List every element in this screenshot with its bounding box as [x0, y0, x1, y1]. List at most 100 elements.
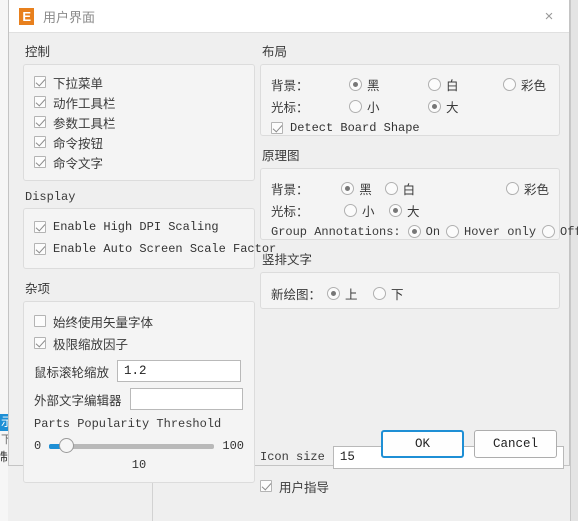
- radio-schematic-background-color[interactable]: 彩色: [505, 179, 549, 198]
- radio-icon[interactable]: [505, 181, 519, 195]
- radio-label: 小: [367, 100, 380, 115]
- mouse-wheel-zoom-input[interactable]: [117, 360, 242, 382]
- radio-schematic-background-black[interactable]: 黑: [341, 179, 384, 198]
- schematic-group: 背景： 黑 白 彩色 光标： 小 大 Group Annotations: On…: [260, 168, 578, 240]
- checkbox-user-guide[interactable]: [260, 480, 272, 492]
- radio-annotations-on[interactable]: On: [407, 224, 441, 239]
- cancel-button[interactable]: Cancel: [474, 430, 557, 458]
- radio-icon[interactable]: [446, 225, 460, 238]
- radio-label: Off: [560, 224, 578, 239]
- checkbox-label: 下拉菜单: [53, 76, 104, 91]
- radio-layout-background-color[interactable]: 彩色: [503, 75, 546, 94]
- checkbox-row-limit-zoom-factor[interactable]: 极限缩放因子: [34, 332, 244, 354]
- checkbox-high-dpi-scaling[interactable]: [34, 221, 46, 233]
- radio-label: 白: [446, 78, 459, 93]
- radio-icon[interactable]: [389, 203, 402, 217]
- control-group: 下拉菜单 动作工具栏 参数工具栏 命令按钮 命令文字: [23, 64, 255, 181]
- checkbox-label: 参数工具栏: [53, 116, 116, 131]
- schematic-cursor-row: 光标： 小 大: [271, 199, 549, 221]
- background-right-edge: [570, 0, 578, 521]
- radio-new-drawing-up[interactable]: 上: [327, 284, 373, 303]
- slider-handle[interactable]: [58, 438, 74, 453]
- radio-label: 彩色: [521, 78, 547, 93]
- radio-icon[interactable]: [407, 225, 421, 238]
- checkbox-detect-board-shape[interactable]: [271, 121, 283, 134]
- radio-icon[interactable]: [349, 99, 362, 113]
- layout-group: 背景： 黑 白 彩色 光标： 小 大 Detect Board Shape: [260, 64, 560, 136]
- layout-background-row: 背景： 黑 白 彩色: [271, 73, 549, 95]
- left-column: 控制 下拉菜单 动作工具栏 参数工具栏 命令按钮 命令文字 Display En…: [23, 41, 276, 483]
- checkbox-always-vector-font[interactable]: [34, 315, 46, 327]
- checkbox-label: 用户指导: [279, 480, 330, 495]
- radio-layout-background-black[interactable]: 黑: [349, 75, 428, 94]
- checkbox-row-high-dpi-scaling[interactable]: Enable High DPI Scaling: [34, 216, 244, 238]
- screen: 示 下 制 E 用户界面 × 控制 下拉菜单 动作工具栏 参数工具栏 命令按钮 …: [0, 0, 578, 521]
- checkbox-row-dropdown-menu[interactable]: 下拉菜单: [34, 72, 244, 92]
- ok-button[interactable]: OK: [381, 430, 464, 458]
- checkbox-limit-zoom-factor[interactable]: [34, 337, 46, 349]
- close-icon[interactable]: ×: [529, 0, 569, 32]
- checkbox-row-detect-board-shape[interactable]: Detect Board Shape: [271, 117, 549, 138]
- layout-cursor-row: 光标： 小 大: [271, 95, 549, 117]
- checkbox-label: Enable High DPI Scaling: [53, 220, 219, 234]
- checkbox-label: 始终使用矢量字体: [53, 315, 154, 330]
- radio-icon[interactable]: [349, 77, 362, 91]
- radio-icon[interactable]: [344, 203, 357, 217]
- dialog-button-bar: OK Cancel: [381, 430, 557, 458]
- radio-icon[interactable]: [428, 99, 441, 113]
- checkbox-row-action-toolbar[interactable]: 动作工具栏: [34, 92, 244, 112]
- radio-layout-cursor-small[interactable]: 小: [349, 97, 428, 116]
- checkbox-row-param-toolbar[interactable]: 参数工具栏: [34, 112, 244, 132]
- mouse-wheel-zoom-label: 鼠标滚轮缩放: [34, 365, 110, 380]
- radio-annotations-off[interactable]: Off: [542, 225, 578, 239]
- checkbox-dropdown-menu[interactable]: [34, 76, 46, 88]
- right-column: 布局 背景： 黑 白 彩色 光标： 小 大 Detect Board Shape…: [260, 41, 578, 495]
- new-drawing-row: 新绘图： 上 下: [271, 282, 549, 304]
- slider-track[interactable]: [49, 438, 215, 453]
- radio-icon[interactable]: [542, 225, 556, 238]
- external-text-editor-label: 外部文字编辑器: [34, 393, 122, 408]
- checkbox-row-auto-screen-scale-factor[interactable]: Enable Auto Screen Scale Factor: [34, 238, 276, 260]
- checkbox-param-toolbar[interactable]: [34, 116, 46, 128]
- radio-schematic-cursor-large[interactable]: 大: [389, 201, 420, 220]
- external-text-editor-input[interactable]: [129, 388, 243, 410]
- display-group: Enable High DPI Scaling Enable Auto Scre…: [23, 208, 276, 269]
- group-annotations-label: Group Annotations:: [271, 224, 401, 239]
- control-group-title: 控制: [25, 45, 51, 59]
- schematic-group-title: 原理图: [262, 149, 300, 163]
- radio-annotations-hover-only[interactable]: Hover only: [446, 225, 536, 239]
- radio-icon[interactable]: [373, 286, 387, 300]
- checkbox-row-command-text[interactable]: 命令文字: [34, 152, 244, 172]
- radio-label: On: [425, 224, 441, 239]
- dialog-title: 用户界面: [43, 9, 96, 25]
- radio-layout-background-white[interactable]: 白: [428, 75, 503, 94]
- radio-icon[interactable]: [428, 77, 441, 91]
- radio-schematic-cursor-small[interactable]: 小: [344, 201, 389, 220]
- radio-layout-cursor-large[interactable]: 大: [428, 97, 459, 116]
- preferences-dialog: E 用户界面 × 控制 下拉菜单 动作工具栏 参数工具栏 命令按钮 命令文字 D…: [8, 0, 578, 495]
- checkbox-command-text[interactable]: [34, 156, 46, 168]
- radio-icon[interactable]: [341, 181, 355, 195]
- radio-schematic-background-white[interactable]: 白: [384, 179, 506, 198]
- radio-label: 大: [407, 204, 420, 219]
- checkbox-row-always-vector-font[interactable]: 始终使用矢量字体: [34, 310, 244, 332]
- checkbox-row-command-button[interactable]: 命令按钮: [34, 132, 244, 152]
- radio-label: 彩色: [523, 182, 549, 197]
- checkbox-label: 极限缩放因子: [53, 337, 129, 352]
- checkbox-action-toolbar[interactable]: [34, 96, 46, 108]
- radio-new-drawing-down[interactable]: 下: [373, 284, 404, 303]
- checkbox-label: 命令按钮: [53, 136, 104, 151]
- dialog-titlebar: E 用户界面 ×: [9, 0, 569, 33]
- checkbox-auto-screen-scale-factor[interactable]: [34, 243, 46, 255]
- layout-cursor-label: 光标：: [271, 100, 309, 115]
- dialog-body: 控制 下拉菜单 动作工具栏 参数工具栏 命令按钮 命令文字 Display En…: [9, 33, 578, 495]
- vertical-text-group: 新绘图： 上 下: [260, 272, 560, 309]
- parts-popularity-threshold-slider[interactable]: 0 100: [34, 438, 244, 453]
- radio-icon[interactable]: [503, 77, 516, 91]
- checkbox-label: Detect Board Shape: [290, 120, 420, 135]
- radio-icon[interactable]: [327, 286, 341, 300]
- radio-icon[interactable]: [384, 181, 398, 195]
- checkbox-row-user-guide[interactable]: 用户指导: [260, 476, 329, 496]
- checkbox-command-button[interactable]: [34, 136, 46, 148]
- app-logo-icon: E: [19, 7, 34, 25]
